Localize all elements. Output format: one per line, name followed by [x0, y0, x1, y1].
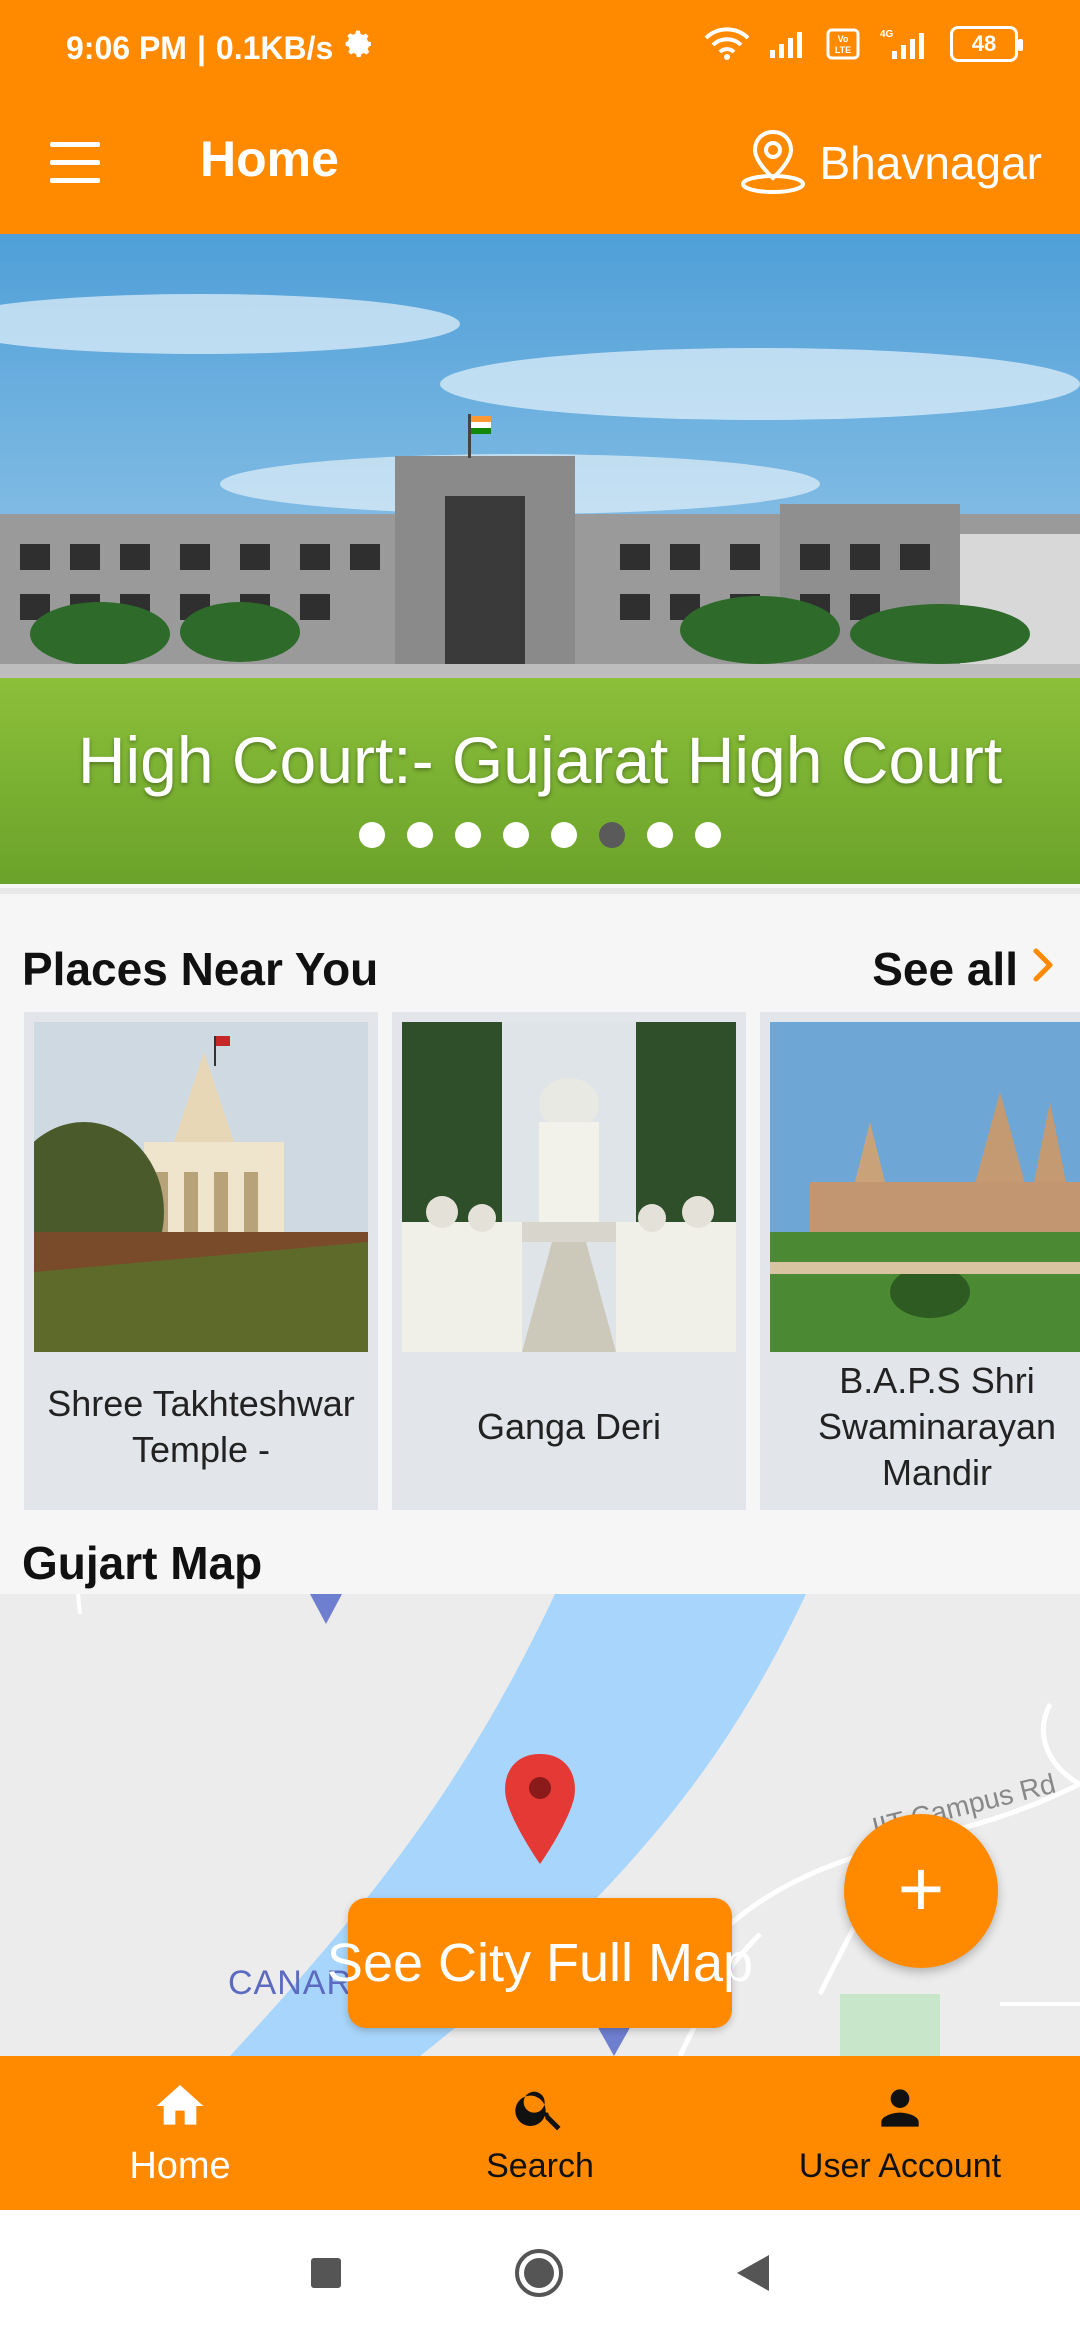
settings-gear-icon [343, 28, 375, 68]
carousel-dot-active[interactable] [599, 822, 625, 848]
status-separator: | [196, 29, 206, 66]
city-label: Bhavnagar [819, 137, 1043, 189]
nav-search-label: Search [486, 2147, 594, 2185]
place-card[interactable]: Ganga Deri [392, 1012, 746, 1510]
nav-home[interactable]: Home [0, 2056, 360, 2210]
battery-icon: 48 [950, 26, 1023, 62]
carousel-dot[interactable] [407, 822, 433, 848]
place-image [34, 1022, 368, 1352]
person-icon [872, 2080, 928, 2141]
divider [0, 888, 1080, 894]
location-pin-icon [738, 126, 808, 201]
nav-user-account-label: User Account [798, 2147, 1002, 2185]
carousel-dot[interactable] [647, 822, 673, 848]
carousel-dot[interactable] [503, 822, 529, 848]
nav-home-label: Home [129, 2145, 231, 2187]
carousel-dot[interactable] [695, 822, 721, 848]
see-all-label: See all [872, 943, 1018, 995]
recent-apps-icon[interactable] [309, 2256, 343, 2295]
signal-icon [768, 28, 808, 60]
back-triangle-icon[interactable] [735, 2253, 771, 2298]
add-fab-button[interactable]: + [844, 1814, 998, 1968]
home-icon [150, 2078, 210, 2139]
nav-user-account[interactable]: User Account [720, 2056, 1080, 2210]
status-right: Vo LTE 4G 48 [704, 26, 1023, 62]
carousel-dot[interactable] [359, 822, 385, 848]
nav-search[interactable]: Search [360, 2056, 720, 2210]
city-selector-button[interactable]: Bhavnagar [738, 118, 1043, 208]
status-left: 9:06 PM | 0.1KB/s [66, 28, 375, 68]
place-image [770, 1022, 1080, 1352]
chevron-right-icon [1032, 942, 1056, 996]
app-bar: Home Bhavnagar [0, 100, 1080, 234]
system-navigation-bar [0, 2210, 1080, 2340]
place-name: Shree Takhteshwar Temple - [47, 1383, 355, 1470]
status-net-speed: 0.1KB/s [215, 29, 334, 66]
banner-caption: High Court:- Gujarat High Court [77, 723, 1003, 797]
wifi-icon [704, 27, 750, 61]
4g-signal-icon: 4G [878, 27, 932, 61]
hamburger-menu-icon[interactable] [50, 140, 106, 190]
volte-icon: Vo LTE [826, 28, 860, 60]
status-bar: 9:06 PM | 0.1KB/s Vo LTE 4G 48 [0, 0, 1080, 100]
search-icon [512, 2080, 568, 2141]
place-image [402, 1022, 736, 1352]
carousel-dot[interactable] [455, 822, 481, 848]
place-card[interactable]: B.A.P.S Shri Swaminarayan Mandir [760, 1012, 1080, 1510]
status-time: 9:06 PM [66, 29, 187, 66]
home-circle-icon[interactable] [513, 2247, 565, 2304]
home-screen: 9:06 PM | 0.1KB/s Vo LTE 4G 48 Home Bhav… [0, 0, 1080, 2340]
map-section-title: Gujart Map [22, 1537, 263, 1589]
bottom-navigation: Home Search User Account [0, 2056, 1080, 2210]
svg-text:LTE: LTE [835, 45, 851, 55]
place-name: Ganga Deri [476, 1406, 662, 1447]
see-all-link[interactable]: See all [872, 942, 1056, 996]
places-list: Shree Takhteshwar Temple - Ganga Deri B.… [24, 1012, 1080, 1510]
place-card[interactable]: Shree Takhteshwar Temple - [24, 1012, 378, 1510]
places-section-title: Places Near You [22, 943, 379, 995]
carousel-indicator [0, 822, 1080, 848]
page-title: Home [200, 131, 339, 187]
place-name: B.A.P.S Shri Swaminarayan Mandir [817, 1360, 1057, 1493]
see-city-full-map-button[interactable]: See City Full Map [327, 1898, 753, 2028]
svg-text:Vo: Vo [838, 34, 849, 44]
svg-text:4G: 4G [880, 29, 894, 40]
banner-carousel[interactable]: High Court:- Gujarat High Court [0, 234, 1080, 884]
carousel-dot[interactable] [551, 822, 577, 848]
